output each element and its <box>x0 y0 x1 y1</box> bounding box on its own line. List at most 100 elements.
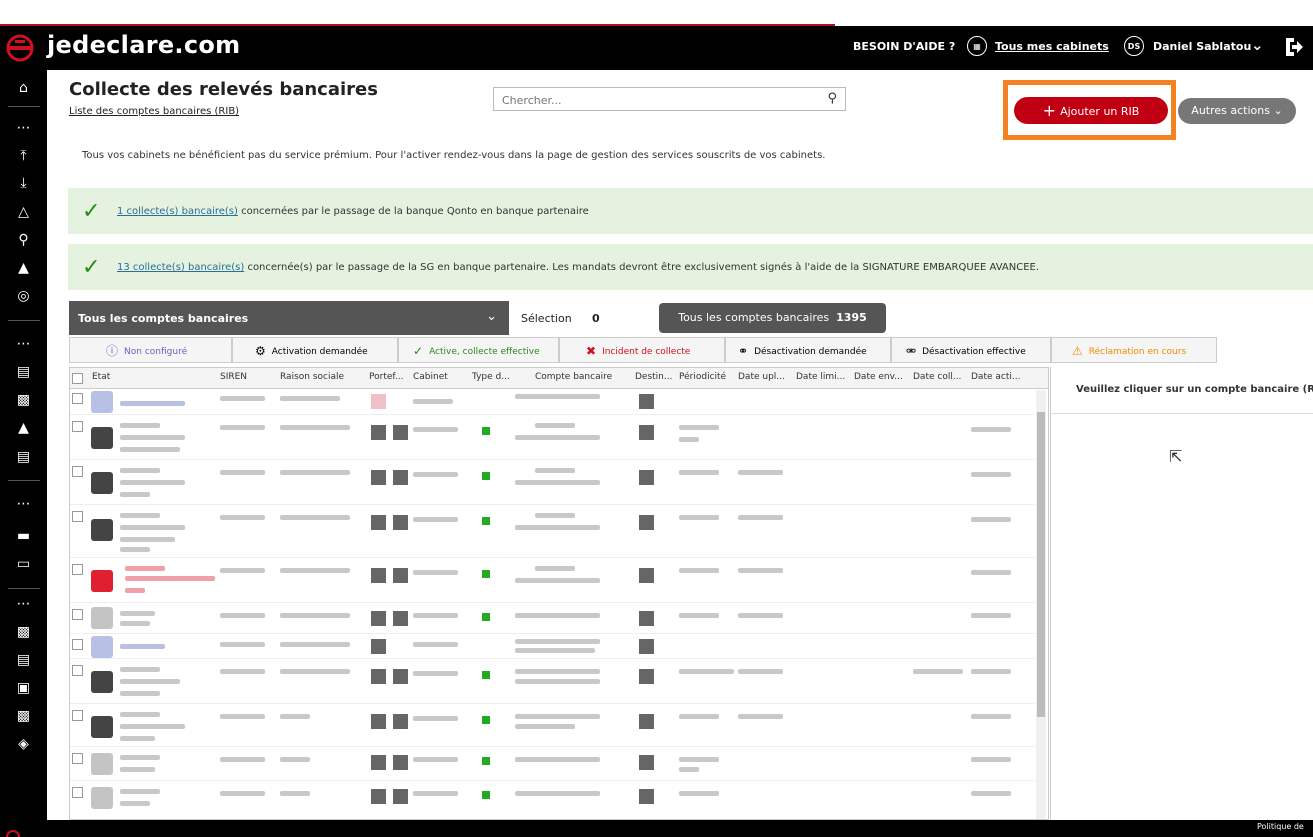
col-date-collecte[interactable]: Date coll... <box>913 372 961 382</box>
filter-reclamation[interactable]: ⚠ Réclamation en cours <box>1051 337 1217 363</box>
add-rib-button[interactable]: + Ajouter un RIB <box>1014 97 1168 124</box>
col-periodicite[interactable]: Périodicité <box>679 372 726 382</box>
sg-banner: ✓ 13 collecte(s) bancaire(s) concernée(s… <box>68 244 1313 290</box>
footer: Politique de <box>0 820 1313 837</box>
bell-icon[interactable]: ▲ <box>0 258 47 278</box>
table-row[interactable] <box>70 781 1035 819</box>
row-checkbox[interactable] <box>72 564 83 575</box>
cross-icon: ✖ <box>586 344 597 358</box>
table-row[interactable] <box>70 659 1035 704</box>
table-row[interactable] <box>70 603 1035 634</box>
document-add-icon[interactable]: ▣ <box>0 678 47 698</box>
network-icon[interactable]: ⚲ <box>0 230 47 250</box>
col-date-limite[interactable]: Date limi... <box>796 372 845 382</box>
table-scrollbar[interactable] <box>1036 390 1046 819</box>
scrollbar-thumb[interactable] <box>1037 412 1045 717</box>
row-checkbox[interactable] <box>72 665 83 676</box>
more-icon[interactable]: ⋯ <box>0 594 47 614</box>
row-checkbox[interactable] <box>72 787 83 798</box>
row-checkbox[interactable] <box>72 393 83 404</box>
document-plus-icon[interactable]: ▩ <box>0 706 47 726</box>
table-row[interactable] <box>70 389 1035 415</box>
more-icon[interactable]: ⋯ <box>0 494 47 514</box>
table-row[interactable] <box>70 634 1035 659</box>
col-raison-sociale[interactable]: Raison sociale <box>280 372 344 382</box>
chevron-down-icon: ⌄ <box>486 309 497 324</box>
row-checkbox[interactable] <box>72 753 83 764</box>
col-destination[interactable]: Destin... <box>635 372 672 382</box>
cabinets-link[interactable]: Tous mes cabinets <box>995 40 1109 53</box>
status-icon <box>91 570 113 592</box>
footer-policy-link[interactable]: Politique de <box>1257 822 1304 831</box>
folder-icon[interactable]: ▬ <box>0 526 47 546</box>
download-icon[interactable]: ⤓ <box>0 173 47 193</box>
filter-non-configure[interactable]: ⓘ Non configuré <box>69 337 232 363</box>
row-checkbox[interactable] <box>72 710 83 721</box>
rib-list-link[interactable]: Liste des comptes bancaires (RIB) <box>69 106 239 117</box>
bell-icon[interactable]: ▲ <box>0 418 47 438</box>
home-icon[interactable]: ⌂ <box>0 78 47 98</box>
status-icon <box>91 472 113 494</box>
sidebar-separator <box>8 320 40 321</box>
row-checkbox[interactable] <box>72 466 83 477</box>
table-row[interactable] <box>70 704 1035 747</box>
document-list-icon[interactable]: ▤ <box>0 650 47 670</box>
bank-icon[interactable]: ▤ <box>0 447 47 467</box>
more-icon[interactable]: ⋯ <box>0 334 47 354</box>
banner-link[interactable]: 13 collecte(s) bancaire(s) <box>117 262 244 273</box>
banner-link[interactable]: 1 collecte(s) bancaire(s) <box>117 206 238 217</box>
search-icon[interactable]: ⚲ <box>827 91 837 106</box>
row-checkbox[interactable] <box>72 511 83 522</box>
detail-placeholder: Veuillez cliquer sur un compte bancaire … <box>1076 384 1313 395</box>
upload-icon[interactable]: ⤒ <box>0 146 47 166</box>
row-checkbox[interactable] <box>72 609 83 620</box>
col-date-upload[interactable]: Date upl... <box>738 372 785 382</box>
col-type[interactable]: Type d... <box>472 372 510 382</box>
document-icon[interactable]: ▩ <box>0 622 47 642</box>
filter-active[interactable]: ✓ Active, collecte effective <box>398 337 559 363</box>
all-accounts-badge[interactable]: Tous les comptes bancaires 1395 <box>659 303 886 333</box>
filter-desactivation-demandee[interactable]: ⚭ Désactivation demandée <box>725 337 891 363</box>
help-link[interactable]: BESOIN D'AIDE ? <box>853 40 955 53</box>
transfer-icon[interactable]: △ <box>0 202 47 222</box>
table-row[interactable] <box>70 460 1035 505</box>
row-checkbox[interactable] <box>72 421 83 432</box>
premium-note: Tous vos cabinets ne bénéficient pas du … <box>82 150 826 161</box>
filter-incident[interactable]: ✖ Incident de collecte <box>559 337 725 363</box>
col-date-activation[interactable]: Date acti... <box>971 372 1020 382</box>
sidebar-separator <box>8 480 40 481</box>
sidebar: ⌂ ⋯ ⤒ ⤓ △ ⚲ ▲ ◎ ⋯ ▤ ▩ ▲ ▤ ⋯ ▬ ▭ ⋯ ▩ ▤ ▣ … <box>0 70 47 820</box>
filter-activation-demandee[interactable]: ⚙ Activation demandée <box>232 337 398 363</box>
table-row[interactable] <box>70 415 1035 460</box>
logout-icon[interactable] <box>1284 36 1304 58</box>
logo-icon[interactable] <box>6 34 34 62</box>
app-header: jedeclare.com BESOIN D'AIDE ? ▦ Tous mes… <box>0 26 1313 70</box>
chevron-down-icon[interactable]: ⌄ <box>1251 36 1264 54</box>
col-etat[interactable]: Etat <box>92 372 110 382</box>
select-all-checkbox[interactable] <box>72 373 83 384</box>
filter-desactivation-effective[interactable]: ⚮ Désactivation effective <box>891 337 1051 363</box>
row-checkbox[interactable] <box>72 639 83 650</box>
bank-icon[interactable]: ▤ <box>0 362 47 382</box>
money-icon[interactable]: ▩ <box>0 390 47 410</box>
search-input[interactable] <box>500 89 804 111</box>
banner-text: concernée(s) par le passage de la SG en … <box>244 262 1040 273</box>
col-date-envoi[interactable]: Date env... <box>854 372 903 382</box>
user-avatar[interactable]: DS <box>1124 36 1144 56</box>
folder-outline-icon[interactable]: ▭ <box>0 554 47 574</box>
brand-name[interactable]: jedeclare.com <box>47 31 240 59</box>
more-icon[interactable]: ⋯ <box>0 118 47 138</box>
col-cabinet[interactable]: Cabinet <box>413 372 448 382</box>
target-icon[interactable]: ◎ <box>0 286 47 306</box>
layers-icon[interactable]: ◈ <box>0 734 47 754</box>
broken-link-icon: ⚮ <box>906 344 917 358</box>
other-actions-button[interactable]: Autres actions ⌄ <box>1178 98 1296 124</box>
table-row[interactable] <box>70 747 1035 781</box>
table-row[interactable] <box>70 505 1035 558</box>
table-row[interactable] <box>70 558 1035 603</box>
user-name[interactable]: Daniel Sablatou <box>1153 40 1251 53</box>
accounts-filter-dropdown[interactable]: Tous les comptes bancaires ⌄ <box>69 301 509 335</box>
col-portefeuille[interactable]: Portef... <box>369 372 403 382</box>
col-siren[interactable]: SIREN <box>220 372 247 382</box>
col-compte-bancaire[interactable]: Compte bancaire <box>535 372 612 382</box>
